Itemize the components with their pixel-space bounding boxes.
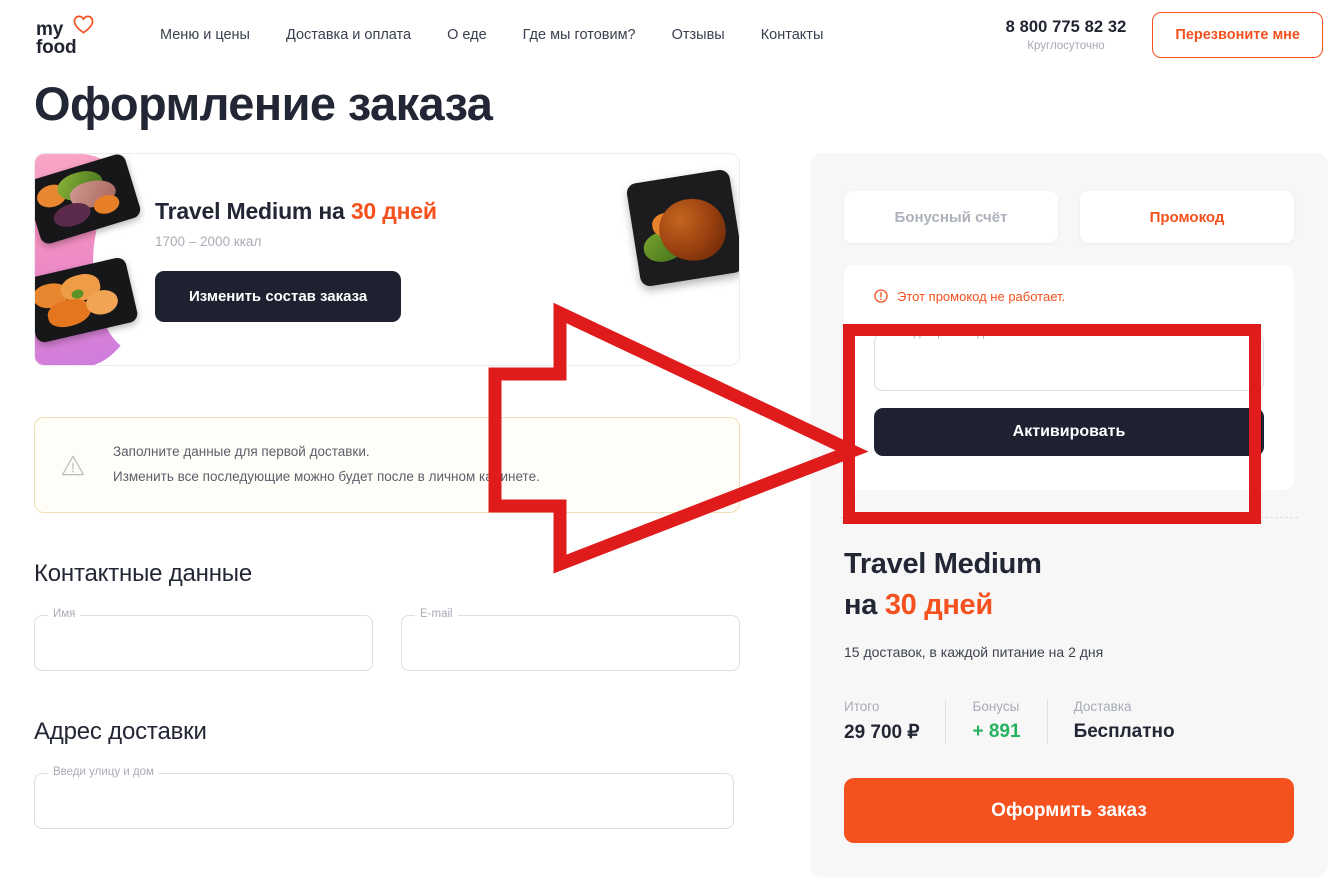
total-value-bonuses: + 891 — [972, 721, 1021, 743]
logo-text: my food — [36, 20, 77, 59]
logo-line-2: food — [36, 37, 77, 59]
plan-card-body: Travel Medium на 30 дней 1700 – 2000 кка… — [155, 198, 437, 322]
page-title: Оформление заказа — [34, 77, 493, 130]
activate-promocode-button[interactable]: Активировать — [874, 408, 1264, 456]
order-sidebar: Бонусный счёт Промокод Этот промокод не … — [810, 153, 1328, 878]
street-field-wrapper: Введи улицу и дом — [34, 766, 734, 829]
notice-line-1: Заполните данные для первой доставки. — [113, 444, 370, 460]
email-input[interactable] — [401, 615, 740, 671]
plan-title-main: Travel Medium на — [155, 198, 351, 224]
nav-item-contacts[interactable]: Контакты — [761, 27, 824, 43]
edit-order-composition-button[interactable]: Изменить состав заказа — [155, 271, 402, 322]
page-layout: Travel Medium на 30 дней 1700 – 2000 кка… — [0, 153, 1343, 878]
summary-plan-duration: 30 дней — [884, 588, 993, 621]
name-field-wrapper: Имя — [34, 608, 373, 671]
discount-tabs: Бонусный счёт Промокод — [844, 191, 1294, 243]
total-cell-bonuses: Бонусы + 891 — [945, 699, 1046, 745]
error-circle-icon — [874, 289, 888, 303]
right-column: Бонусный счёт Промокод Этот промокод не … — [810, 153, 1328, 878]
total-label-sum: Итого — [844, 699, 880, 715]
promocode-error-text: Этот промокод не работает. — [897, 288, 1066, 304]
total-value-delivery: Бесплатно — [1073, 721, 1175, 743]
address-field-row: Введи улицу и дом — [34, 766, 740, 829]
sidebar-divider — [840, 517, 1298, 518]
main-navigation: Меню и цены Доставка и оплата О еде Где … — [160, 27, 823, 43]
warning-triangle-icon — [61, 455, 85, 475]
summary-deliveries-note: 15 доставок, в каждой питание на 2 дня — [844, 644, 1104, 661]
phone-block[interactable]: 8 800 775 82 32 Круглосуточно — [1006, 18, 1127, 52]
site-header: my food Меню и цены Доставка и оплата О … — [0, 0, 1343, 70]
phone-availability-note: Круглосуточно — [1027, 40, 1105, 52]
plan-title-duration: 30 дней — [350, 198, 437, 224]
nav-item-about-food[interactable]: О еде — [447, 27, 487, 43]
left-column: Travel Medium на 30 дней 1700 – 2000 кка… — [0, 153, 740, 829]
callback-request-button[interactable]: Перезвоните мне — [1152, 12, 1323, 58]
first-delivery-notice: Заполните данные для первой доставки. Из… — [34, 417, 740, 513]
notice-text: Заполните данные для первой доставки. Из… — [113, 440, 540, 489]
total-label-delivery: Доставка — [1073, 699, 1132, 715]
tab-promocode[interactable]: Промокод — [1080, 191, 1294, 243]
logo[interactable]: my food — [34, 9, 112, 61]
total-cell-delivery: Доставка Бесплатно — [1046, 699, 1201, 745]
place-order-button[interactable]: Оформить заказ — [844, 778, 1294, 844]
promocode-error-message: Этот промокод не работает. — [874, 285, 1264, 307]
heart-icon — [73, 15, 94, 34]
total-cell-sum: Итого 29 700 ₽ — [844, 699, 945, 744]
nav-item-delivery-pay[interactable]: Доставка и оплата — [286, 27, 411, 43]
street-address-input[interactable] — [34, 773, 734, 829]
nav-item-where-we-cook[interactable]: Где мы готовим? — [523, 27, 636, 43]
promocode-panel: Этот промокод не работает. Введи промоко… — [844, 265, 1294, 490]
header-right-group: 8 800 775 82 32 Круглосуточно Перезвонит… — [1006, 12, 1323, 58]
tab-bonus-account[interactable]: Бонусный счёт — [844, 191, 1058, 243]
food-photo-image — [625, 168, 739, 288]
nav-item-reviews[interactable]: Отзывы — [672, 27, 725, 43]
summary-plan-title: Travel Medium на 30 дней — [844, 544, 1294, 625]
name-input[interactable] — [34, 615, 373, 671]
summary-plan-prefix: на — [844, 588, 885, 621]
plan-calories: 1700 – 2000 ккал — [155, 234, 262, 249]
order-totals: Итого 29 700 ₽ Бонусы + 891 Доставка Бес… — [844, 699, 1294, 745]
notice-line-2: Изменить все последующие можно будет пос… — [113, 469, 540, 484]
email-field-wrapper: E-mail — [401, 608, 740, 671]
total-label-bonuses: Бонусы — [972, 699, 1020, 715]
plan-title: Travel Medium на 30 дней — [155, 198, 437, 225]
promocode-input[interactable] — [874, 333, 1264, 391]
contacts-field-row: Имя E-mail — [34, 608, 740, 671]
promocode-field-wrapper: Введи промокод — [874, 325, 1264, 391]
summary-plan-name: Travel Medium — [844, 548, 1042, 580]
plan-card: Travel Medium на 30 дней 1700 – 2000 кка… — [34, 153, 740, 366]
contacts-section-title: Контактные данные — [34, 560, 252, 587]
nav-item-menu-prices[interactable]: Меню и цены — [160, 27, 250, 43]
plan-card-artwork — [35, 154, 145, 365]
address-section-title: Адрес доставки — [34, 718, 207, 745]
phone-number[interactable]: 8 800 775 82 32 — [1006, 18, 1127, 37]
total-value-sum: 29 700 ₽ — [844, 722, 920, 744]
